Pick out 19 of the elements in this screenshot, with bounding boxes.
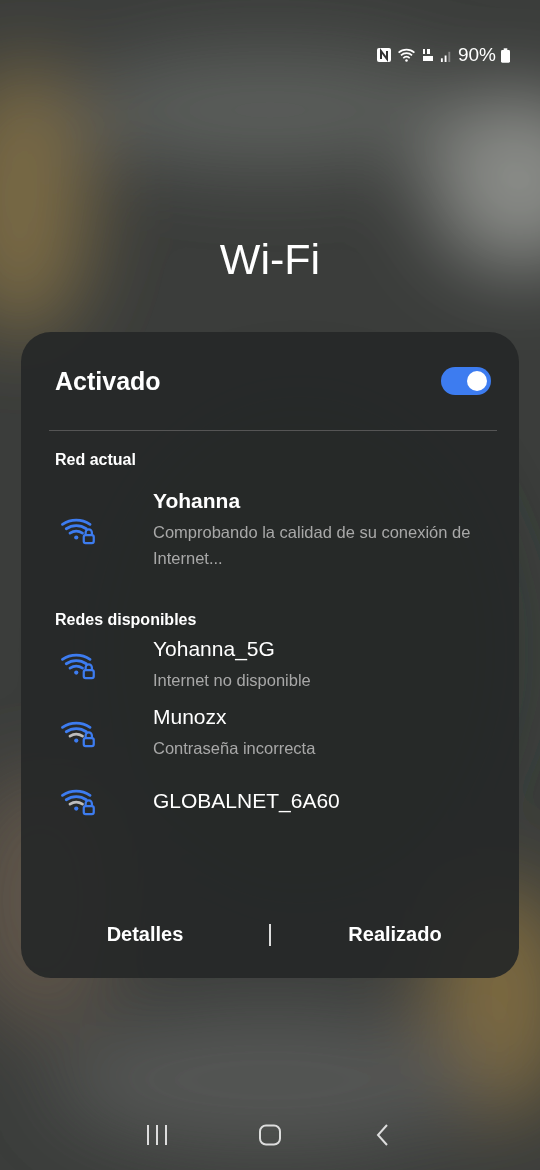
- network-name[interactable]: Yohanna_5G: [153, 637, 311, 661]
- battery-icon: [501, 47, 510, 63]
- home-icon[interactable]: [258, 1124, 282, 1146]
- battery-percentage: 90%: [457, 44, 496, 66]
- recent-apps-icon[interactable]: [144, 1124, 169, 1146]
- page-title: Wi-Fi: [218, 234, 322, 284]
- wifi-icon: [396, 47, 416, 63]
- network-status: Contraseña incorrecta: [153, 738, 316, 759]
- network-status: Internet no disponible: [153, 670, 311, 691]
- wifi-status-label: Activado: [55, 366, 161, 396]
- network-status: Comprobando la calidad de su conexión de Internet...: [153, 522, 472, 569]
- dialog-button[interactable]: Realizado: [271, 913, 519, 956]
- dialog-button[interactable]: Detalles: [21, 913, 269, 956]
- wifi-toggle[interactable]: [441, 367, 491, 395]
- network-name[interactable]: Munozx: [153, 705, 316, 729]
- section-heading: Redes disponibles: [55, 611, 198, 630]
- network-name[interactable]: GLOBALNET_6A60: [153, 789, 340, 813]
- network-name[interactable]: Yohanna: [153, 489, 491, 513]
- section-heading: Red actual: [55, 451, 137, 470]
